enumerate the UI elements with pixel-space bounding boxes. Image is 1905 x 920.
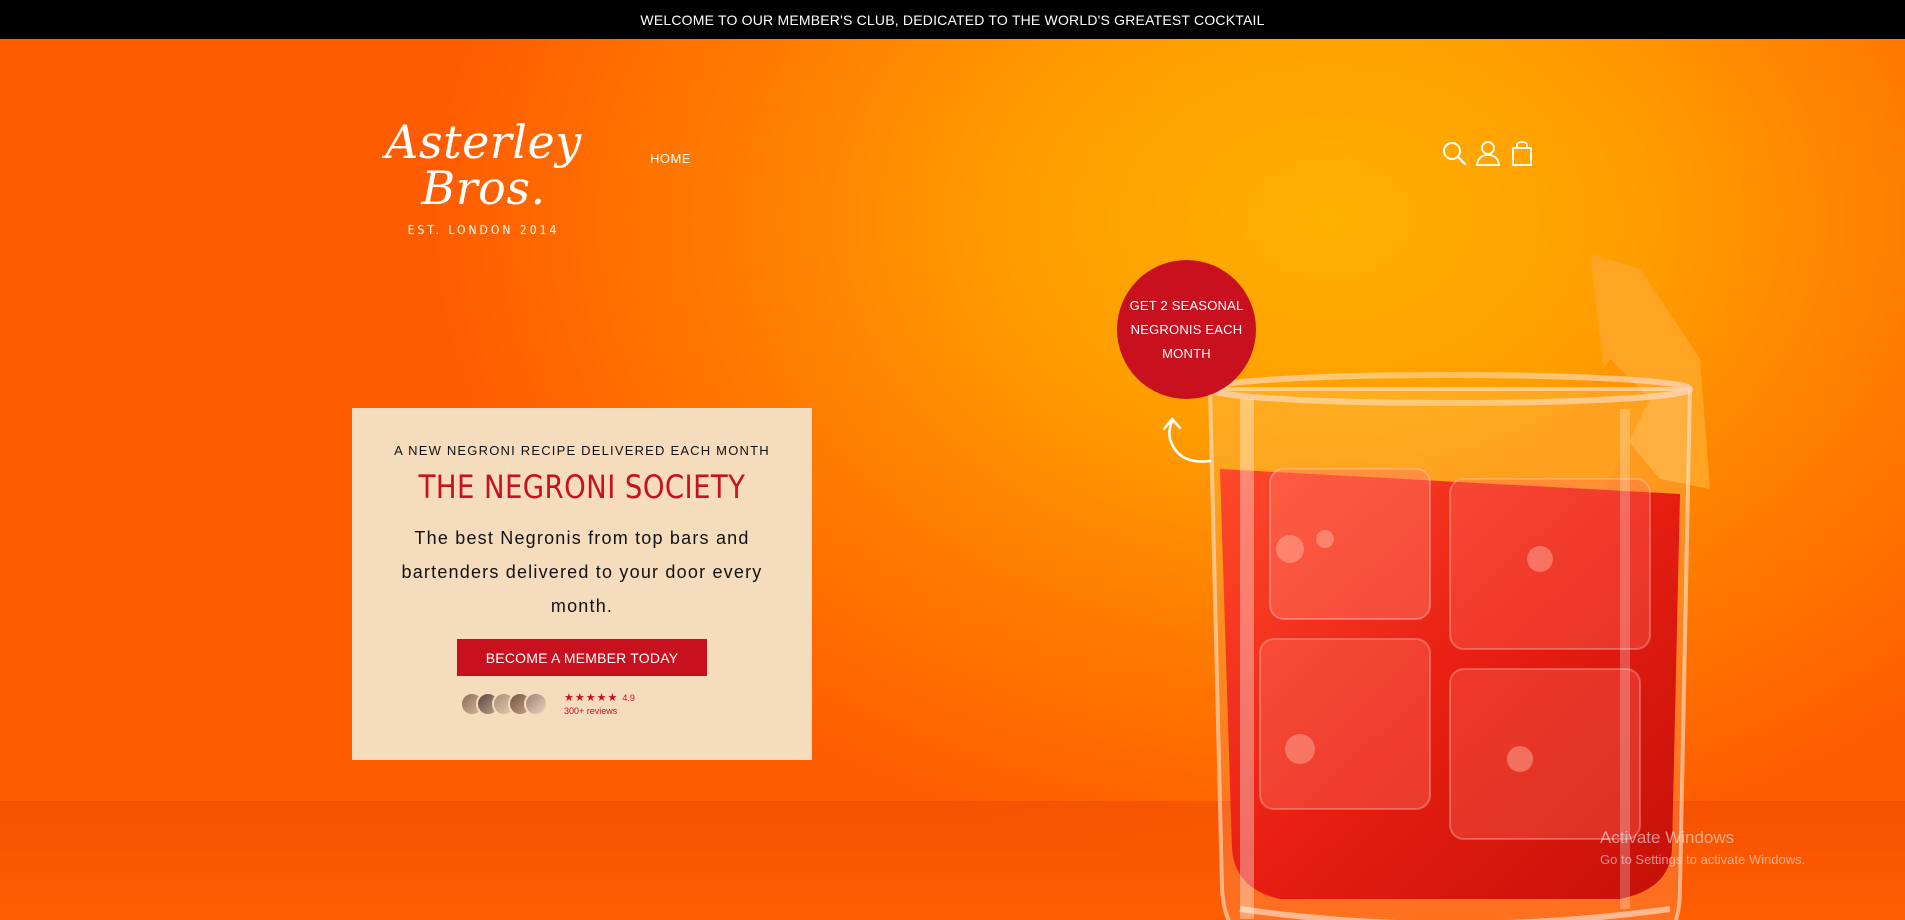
logo-script: Asterley Bros. [385, 115, 582, 215]
hero-section: Asterley Bros. EST. LONDON 2014 HOME GET… [0, 39, 1905, 920]
watermark-subtitle: Go to Settings to activate Windows. [1600, 852, 1806, 867]
brand-logo[interactable]: Asterley Bros. EST. LONDON 2014 [366, 83, 601, 237]
badge-text: GET 2 SEASONAL NEGRONIS EACH MONTH [1129, 297, 1244, 361]
cart-icon[interactable] [1509, 139, 1535, 167]
seasonal-badge: GET 2 SEASONAL NEGRONIS EACH MONTH [1117, 260, 1256, 399]
watermark-title: Activate Windows [1600, 828, 1735, 847]
review-count: 300+ reviews [564, 706, 618, 716]
membership-card: A NEW NEGRONI RECIPE DELIVERED EACH MONT… [352, 408, 812, 760]
avatar [524, 692, 548, 716]
reviewer-avatars [460, 692, 548, 716]
search-icon[interactable] [1441, 139, 1467, 167]
header-icons [1441, 139, 1535, 167]
activate-windows-watermark: Activate Windows Go to Settings to activ… [1600, 828, 1805, 867]
nav-home-link[interactable]: HOME [650, 151, 691, 166]
rating-block: ★★★★★ 4.9 300+ reviews [564, 690, 635, 718]
card-title: THE NEGRONI SOCIETY [418, 468, 746, 506]
rating-score: 4.9 [622, 693, 635, 703]
reviews-summary[interactable]: ★★★★★ 4.9 300+ reviews [460, 690, 635, 718]
curved-arrow-icon [1162, 417, 1212, 463]
negroni-glass-image [1207, 254, 1710, 920]
announcement-bar: WELCOME TO OUR MEMBER'S CLUB, DEDICATED … [0, 0, 1905, 39]
become-member-button[interactable]: BECOME A MEMBER TODAY [457, 639, 707, 676]
star-rating-icon: ★★★★★ [564, 692, 619, 704]
card-description: The best Negronis from top bars and bart… [401, 528, 763, 616]
account-icon[interactable] [1475, 139, 1501, 167]
logo-subtitle: EST. LONDON 2014 [407, 223, 560, 237]
announcement-text: WELCOME TO OUR MEMBER'S CLUB, DEDICATED … [640, 11, 1265, 28]
card-kicker: A NEW NEGRONI RECIPE DELIVERED EACH MONT… [394, 443, 770, 458]
